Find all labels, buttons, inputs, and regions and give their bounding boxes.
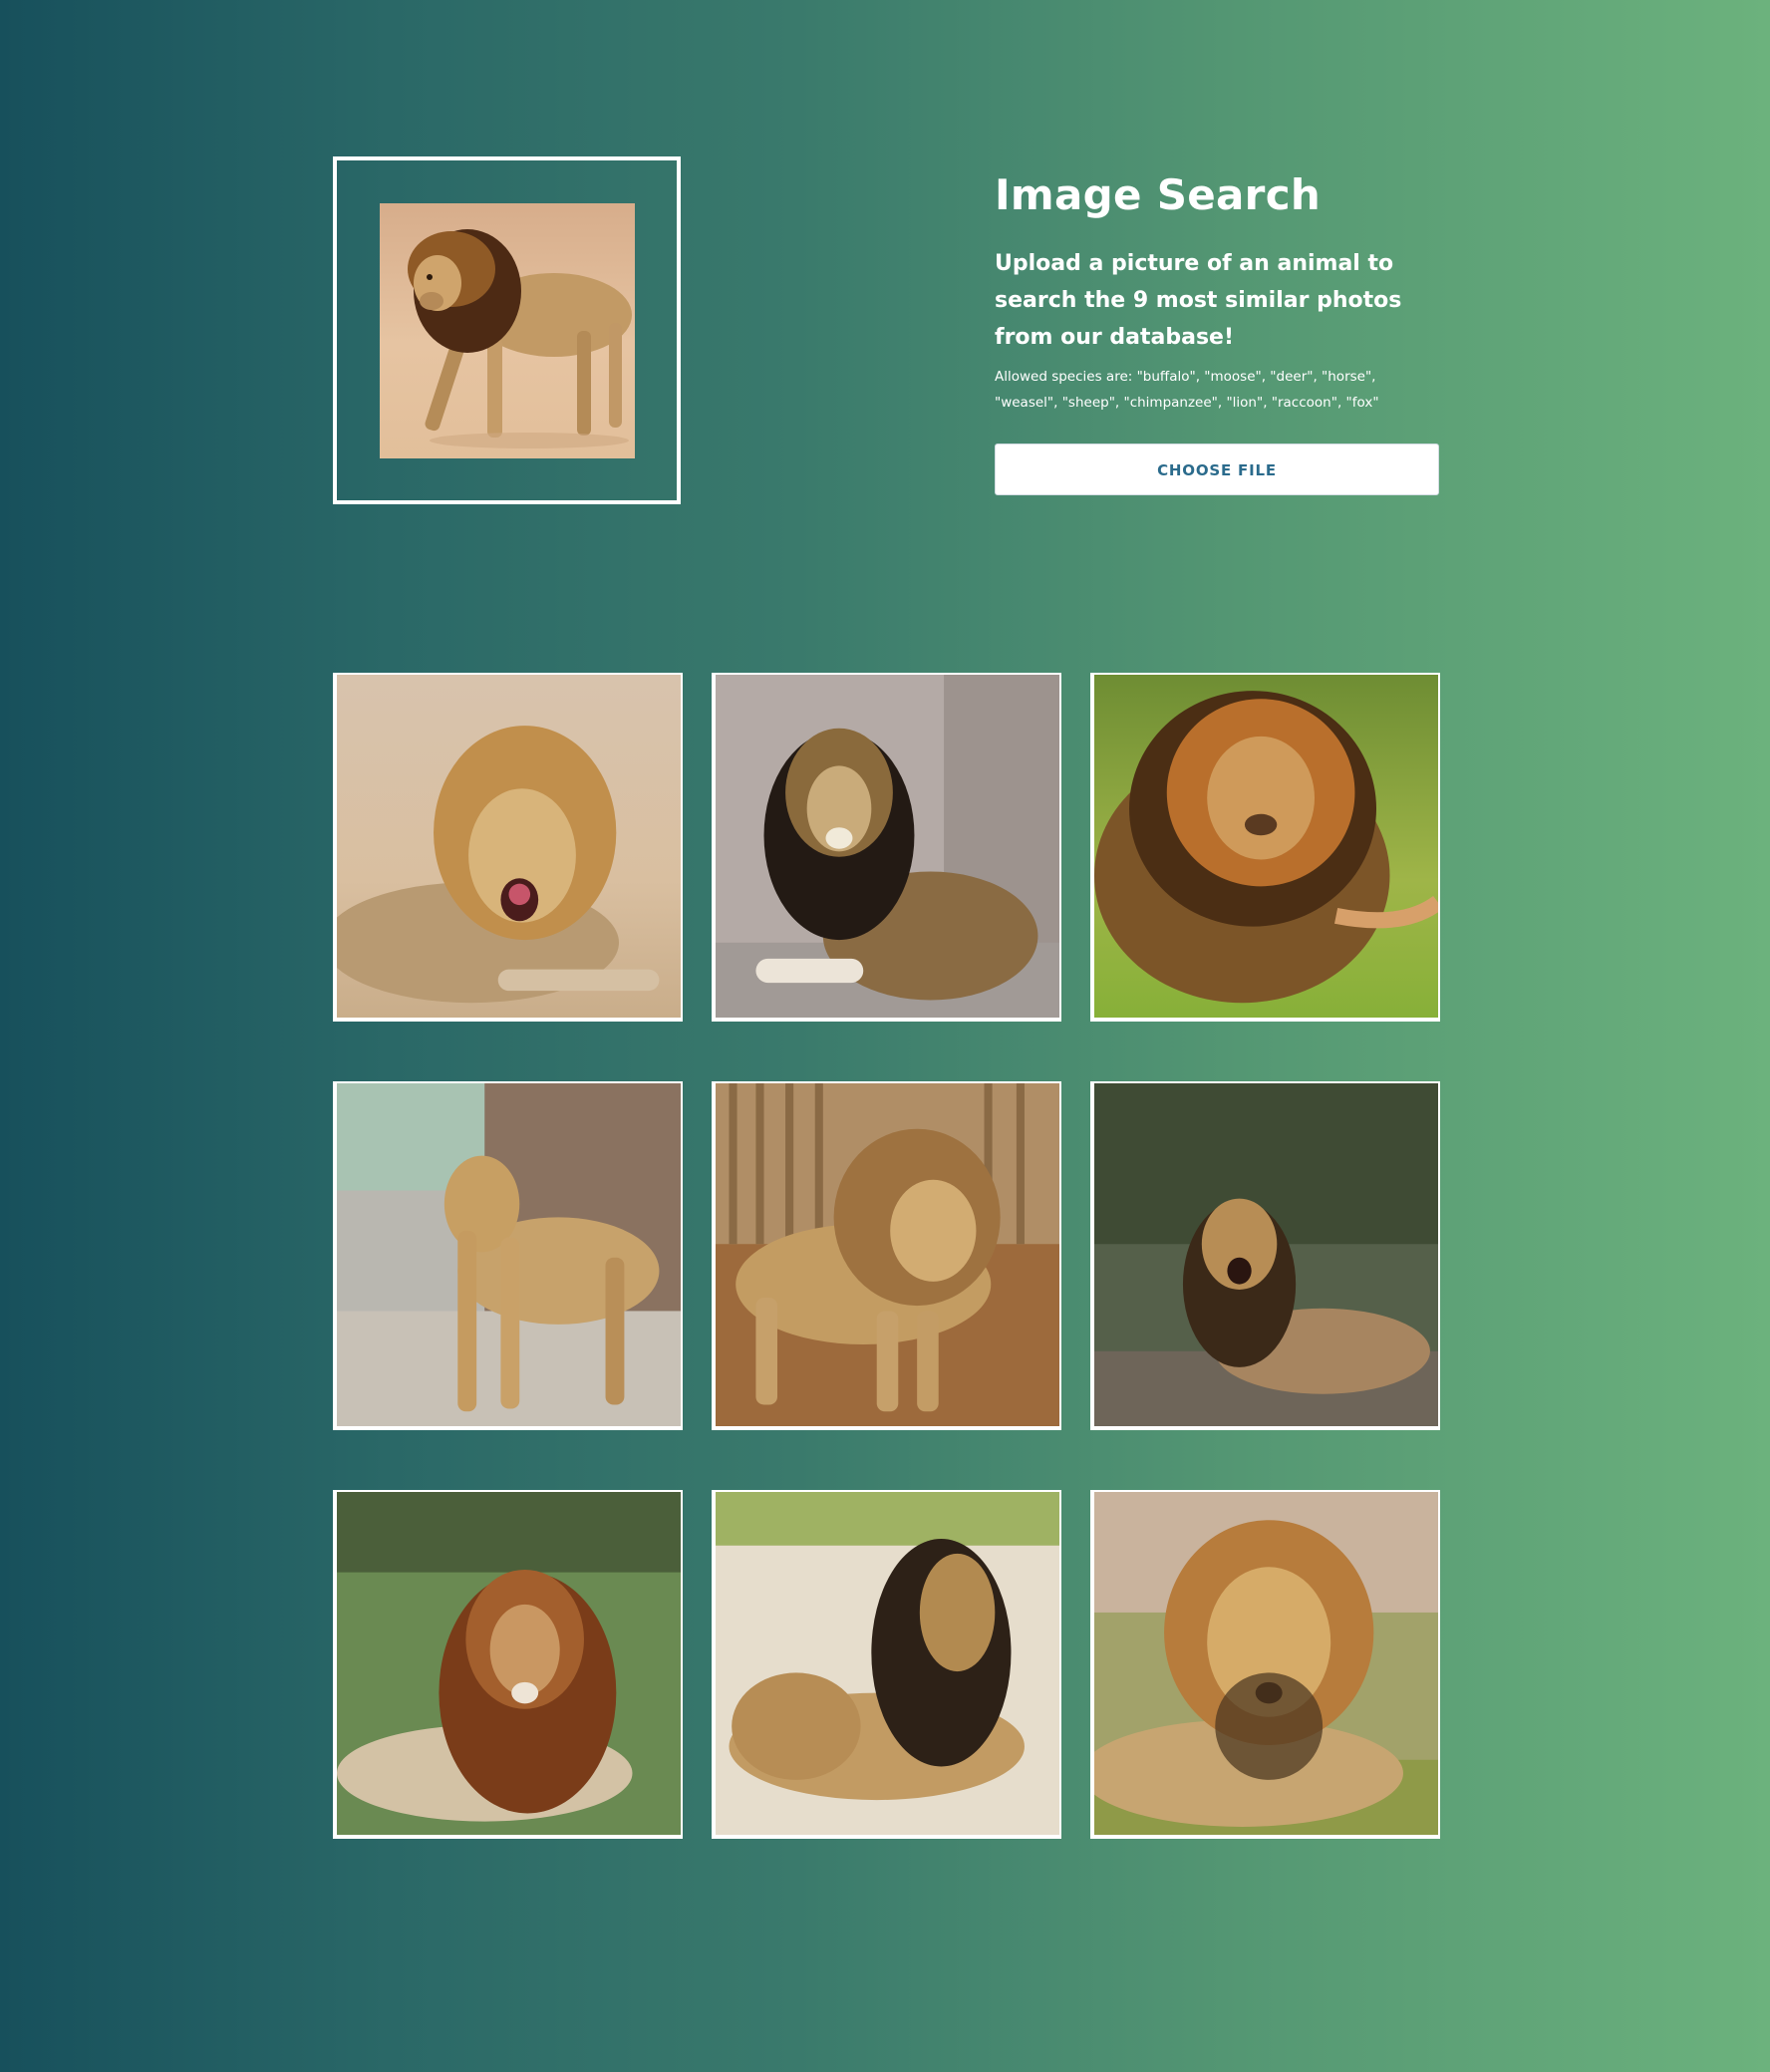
result-image[interactable] xyxy=(712,673,1061,1022)
result-image[interactable] xyxy=(1090,1081,1440,1430)
result-image[interactable] xyxy=(333,1490,683,1839)
allowed-species-text: Allowed species are: "buffalo", "moose",… xyxy=(995,369,1379,411)
result-image[interactable] xyxy=(1090,1490,1440,1839)
result-image[interactable] xyxy=(712,1490,1061,1839)
result-image[interactable] xyxy=(333,1081,683,1430)
result-image[interactable] xyxy=(333,673,683,1022)
result-image[interactable] xyxy=(712,1081,1061,1430)
page-subtitle: Upload a picture of an animal to search … xyxy=(995,251,1402,350)
page-title: Image Search xyxy=(995,170,1322,219)
choose-file-button[interactable]: CHOOSE FILE xyxy=(995,444,1439,495)
result-image[interactable] xyxy=(1090,673,1440,1022)
upload-preview-image xyxy=(380,203,635,458)
search-info: Image Search Upload a picture of an anim… xyxy=(995,165,1441,416)
upload-preview-frame xyxy=(333,156,681,504)
